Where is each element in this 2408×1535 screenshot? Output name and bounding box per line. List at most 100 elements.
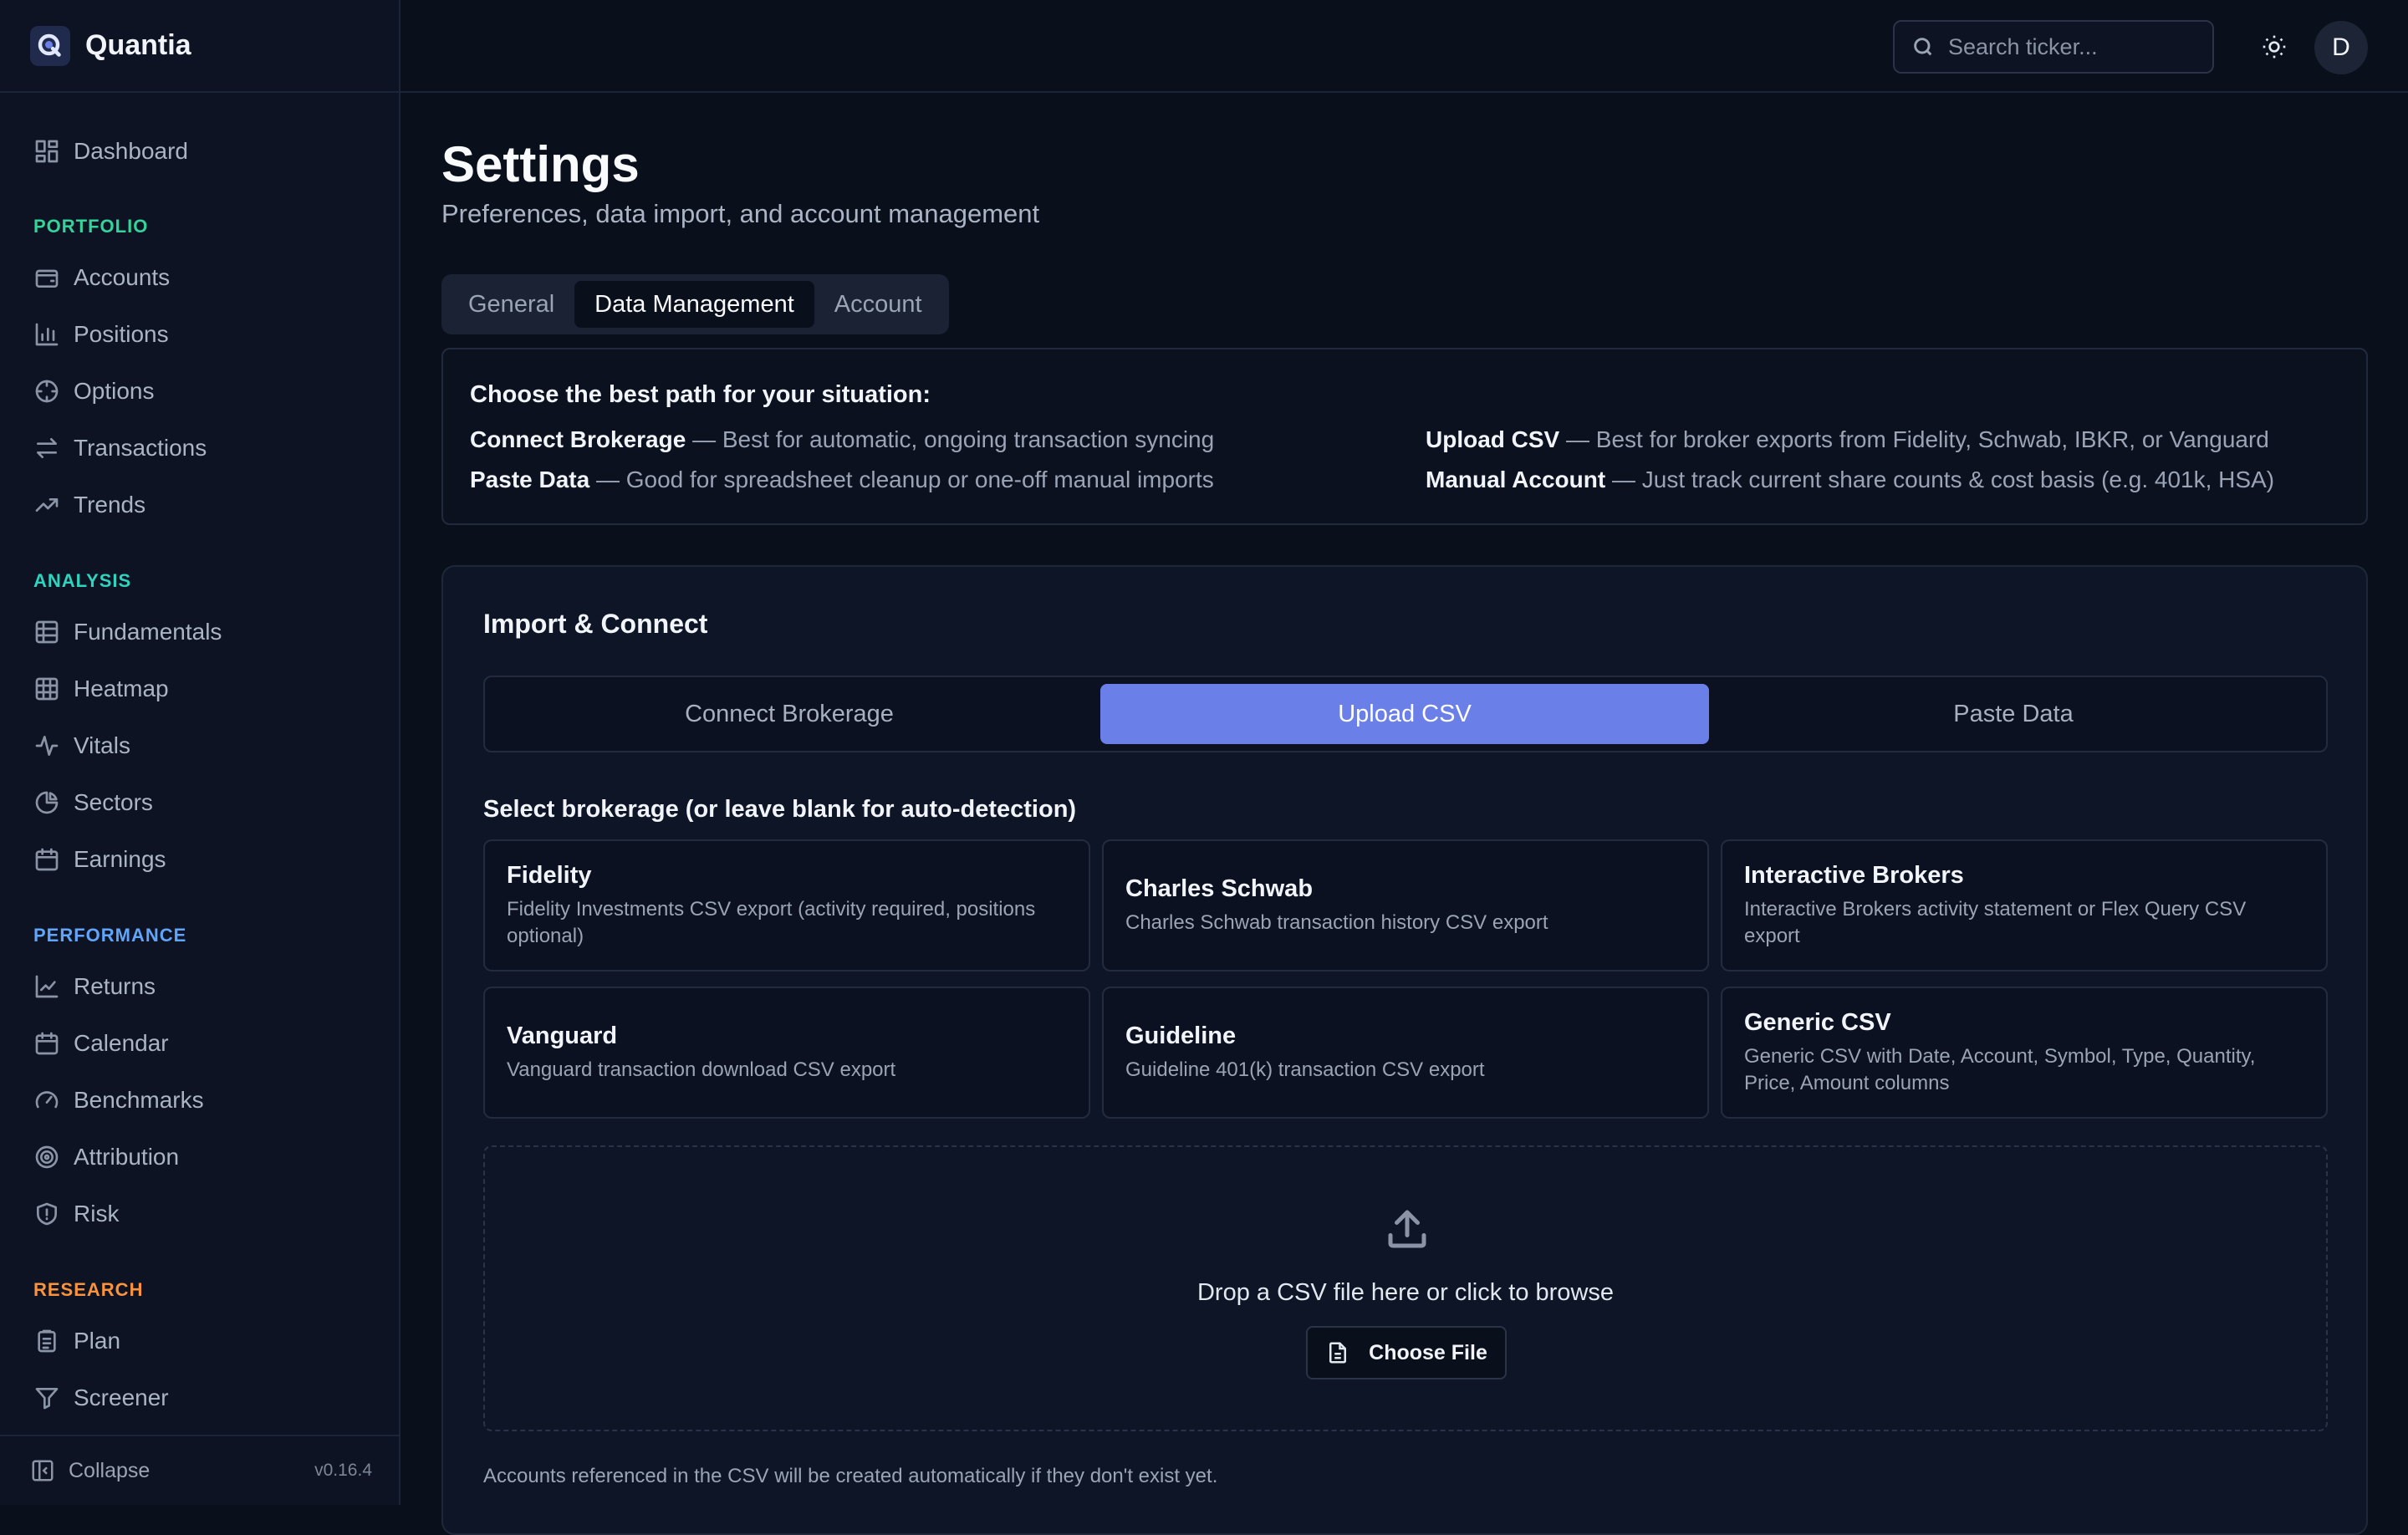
line-chart-icon (35, 975, 59, 998)
sidebar-item-options[interactable]: Options (33, 371, 155, 411)
search-icon (1914, 38, 1932, 56)
import-connect-card: Import & Connect Connect Brokerage Uploa… (441, 565, 2368, 1535)
brand[interactable]: Quantia (0, 0, 399, 93)
collapse-label: Collapse (69, 1458, 150, 1482)
panel-collapse-icon (32, 1460, 54, 1481)
calendar-icon (35, 1032, 59, 1055)
guide-item-desc: — Best for broker exports from Fidelity,… (1559, 426, 2269, 452)
sidebar-item-label: Positions (74, 321, 169, 347)
wallet-icon (35, 269, 59, 288)
tab-account[interactable]: Account (814, 281, 942, 328)
section-performance: PERFORMANCE (33, 925, 187, 946)
sidebar-item-trends[interactable]: Trends (33, 485, 145, 525)
pulse-icon (35, 736, 59, 756)
guide-item: Upload CSV — Best for broker exports fro… (1426, 426, 2269, 453)
guide-item-name: Connect Brokerage (470, 426, 686, 452)
sidebar-item-label: Attribution (74, 1144, 180, 1170)
section-analysis: ANALYSIS (33, 570, 132, 591)
guide-title: Choose the best path for your situation: (470, 381, 931, 408)
section-portfolio: PORTFOLIO (33, 216, 149, 237)
broker-name: Vanguard (507, 1022, 618, 1049)
guide-item: Paste Data — Good for spreadsheet cleanu… (470, 467, 1214, 493)
broker-name: Charles Schwab (1125, 875, 1314, 902)
app-name: Quantia (85, 29, 191, 61)
clipboard-icon (38, 1329, 56, 1353)
choose-file-label: Choose File (1369, 1340, 1487, 1364)
avatar[interactable]: D (2314, 21, 2368, 74)
settings-tabs: General Data Management Account (441, 274, 949, 334)
sidebar-item-fundamentals[interactable]: Fundamentals (33, 612, 222, 652)
sidebar-item-accounts[interactable]: Accounts (33, 258, 170, 298)
broker-desc: Charles Schwab transaction history CSV e… (1125, 910, 1548, 934)
sidebar-item-vitals[interactable]: Vitals (33, 726, 130, 766)
broker-name: Guideline (1125, 1022, 1237, 1049)
table-icon (35, 620, 59, 644)
guide-item-desc: — Best for automatic, ongoing transactio… (686, 426, 1215, 452)
section-research: RESEARCH (33, 1279, 144, 1300)
theme-toggle-button[interactable] (2249, 22, 2299, 72)
sidebar-item-plan[interactable]: Plan (33, 1321, 120, 1361)
guide-item-name: Upload CSV (1426, 426, 1560, 452)
search-box[interactable] (1893, 20, 2214, 74)
calendar-icon (35, 848, 59, 871)
bar-chart-icon (35, 323, 59, 346)
upload-icon (1382, 1204, 1432, 1254)
sidebar-item-sectors[interactable]: Sectors (33, 783, 153, 823)
file-icon (1329, 1342, 1347, 1364)
pie-chart-icon (35, 791, 59, 814)
guide-item: Connect Brokerage — Best for automatic, … (470, 426, 1214, 453)
tab-general[interactable]: General (448, 281, 574, 328)
broker-desc: Vanguard transaction download CSV export (507, 1058, 896, 1081)
sidebar-item-label: Options (74, 378, 155, 404)
import-guide: Choose the best path for your situation:… (441, 348, 2368, 525)
sidebar-item-dashboard[interactable]: Dashboard (33, 131, 188, 171)
sidebar-item-label: Vitals (74, 732, 130, 758)
sidebar-item-label: Earnings (74, 846, 166, 872)
broker-name: Fidelity (507, 861, 592, 889)
broker-option-fidelity[interactable]: Fidelity Fidelity Investments CSV export… (483, 839, 1090, 971)
shield-alert-icon (37, 1202, 57, 1226)
guide-item-desc: — Good for spreadsheet cleanup or one-of… (589, 467, 1214, 492)
q-logo-icon (30, 25, 70, 66)
sidebar-item-transactions[interactable]: Transactions (33, 428, 207, 468)
sidebar-footer: Collapse v0.16.4 (0, 1435, 399, 1505)
sidebar-item-label: Fundamentals (74, 619, 222, 645)
sidebar-item-benchmarks[interactable]: Benchmarks (33, 1080, 204, 1120)
csv-dropzone[interactable]: Drop a CSV file here or click to browse … (483, 1145, 2328, 1431)
broker-desc: Fidelity Investments CSV export (activit… (507, 897, 1036, 947)
sidebar-item-label: Heatmap (74, 676, 169, 701)
broker-option-schwab[interactable]: Charles Schwab Charles Schwab transactio… (1102, 839, 1709, 971)
import-footnote: Accounts referenced in the CSV will be c… (483, 1465, 1218, 1487)
sidebar-item-calendar[interactable]: Calendar (33, 1023, 169, 1063)
broker-name: Interactive Brokers (1744, 861, 1964, 889)
mode-connect-brokerage[interactable]: Connect Brokerage (485, 684, 1094, 744)
sun-icon (2263, 35, 2286, 59)
sidebar-item-attribution[interactable]: Attribution (33, 1137, 179, 1177)
sidebar-item-label: Benchmarks (74, 1087, 204, 1113)
broker-option-vanguard[interactable]: Vanguard Vanguard transaction download C… (483, 987, 1090, 1119)
sidebar-item-risk[interactable]: Risk (33, 1194, 119, 1234)
broker-name: Generic CSV (1744, 1008, 1891, 1036)
mode-upload-csv[interactable]: Upload CSV (1100, 684, 1709, 744)
sidebar-item-label: Transactions (74, 435, 207, 461)
trending-up-icon (35, 498, 59, 512)
broker-option-generic-csv[interactable]: Generic CSV Generic CSV with Date, Accou… (1721, 987, 2328, 1119)
broker-option-ibkr[interactable]: Interactive Brokers Interactive Brokers … (1721, 839, 2328, 971)
sidebar-item-heatmap[interactable]: Heatmap (33, 669, 169, 709)
sidebar-item-returns[interactable]: Returns (33, 966, 156, 1007)
collapse-button[interactable]: Collapse (30, 1458, 150, 1483)
choose-file-button[interactable]: Choose File (1306, 1326, 1507, 1379)
sidebar-item-label: Dashboard (74, 138, 188, 164)
tab-data-management[interactable]: Data Management (574, 281, 814, 328)
sidebar-item-label: Risk (74, 1201, 120, 1226)
search-input[interactable] (1948, 33, 2199, 60)
sidebar-item-screener[interactable]: Screener (33, 1378, 169, 1418)
sidebar-item-earnings[interactable]: Earnings (33, 839, 166, 880)
sidebar-item-positions[interactable]: Positions (33, 314, 169, 354)
broker-option-guideline[interactable]: Guideline Guideline 401(k) transaction C… (1102, 987, 1709, 1119)
sidebar-item-label: Sectors (74, 789, 153, 815)
brokerage-select-label: Select brokerage (or leave blank for aut… (483, 796, 1077, 823)
guide-item: Manual Account — Just track current shar… (1426, 467, 2274, 493)
mode-paste-data[interactable]: Paste Data (1709, 684, 2318, 744)
broker-desc: Interactive Brokers activity statement o… (1744, 897, 2247, 947)
